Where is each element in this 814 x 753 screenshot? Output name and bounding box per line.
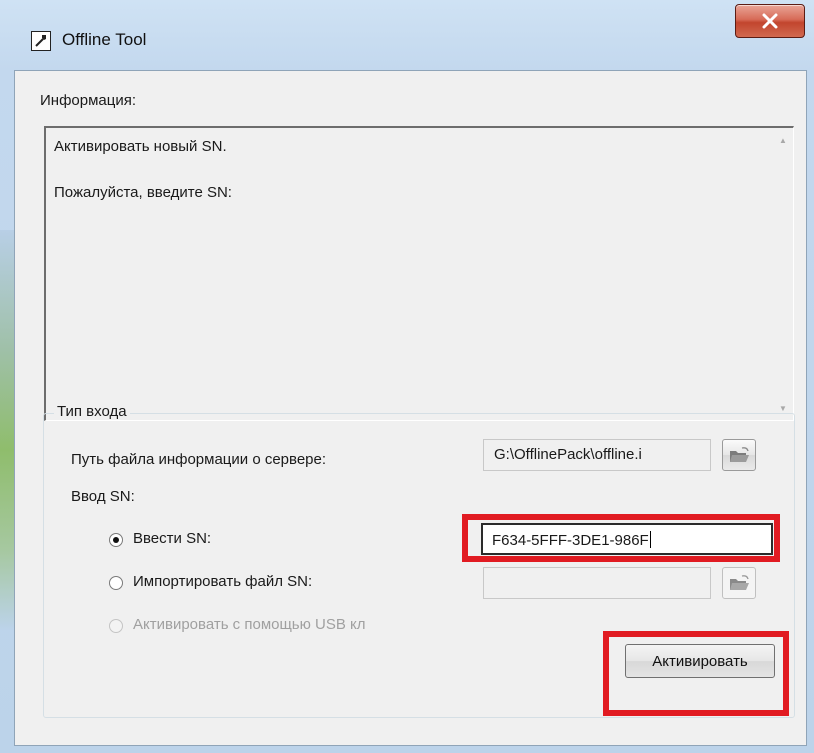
- info-text-area[interactable]: Активировать новый SN. Пожалуйста, введи…: [44, 126, 794, 421]
- info-label: Информация:: [40, 92, 137, 109]
- sn-input[interactable]: F634-5FFF-3DE1-986F: [481, 523, 773, 555]
- text-caret: [649, 531, 651, 548]
- usb-key-label: Активировать с помощью USB кл: [133, 616, 366, 633]
- info-line-enter-sn: Пожалуйста, введите SN:: [54, 184, 232, 201]
- activate-button[interactable]: Активировать: [625, 644, 775, 678]
- import-sn-label[interactable]: Импортировать файл SN:: [133, 573, 312, 590]
- window-frame: Offline Tool Информация: Активировать но…: [0, 0, 814, 753]
- window-title: Offline Tool: [62, 30, 147, 49]
- scroll-up-arrow-icon[interactable]: ▲: [773, 130, 793, 150]
- background-window-edge: [0, 230, 14, 630]
- import-sn-radio[interactable]: [109, 576, 123, 590]
- app-tool-icon: [31, 31, 51, 51]
- title-bar[interactable]: Offline Tool: [0, 0, 814, 70]
- enter-sn-label[interactable]: Ввести SN:: [133, 530, 211, 547]
- import-sn-browse-button[interactable]: [722, 567, 756, 599]
- info-scrollbar[interactable]: ▲ ▼: [773, 128, 793, 420]
- usb-key-radio[interactable]: [109, 619, 123, 633]
- import-sn-path-field[interactable]: [483, 567, 711, 599]
- server-path-label: Путь файла информации о сервере:: [71, 451, 327, 468]
- folder-open-icon: [730, 447, 749, 462]
- enter-sn-radio[interactable]: [109, 533, 123, 547]
- server-path-field[interactable]: G:\OfflinePack\offline.i: [483, 439, 711, 471]
- server-path-browse-button[interactable]: [722, 439, 756, 471]
- folder-open-icon: [730, 575, 749, 590]
- sn-input-label: Ввод SN:: [71, 488, 135, 505]
- info-line-activate: Активировать новый SN.: [54, 138, 227, 155]
- close-icon: [762, 13, 778, 29]
- close-button[interactable]: [735, 4, 805, 38]
- sn-input-value: F634-5FFF-3DE1-986F: [492, 532, 649, 549]
- login-type-title: Тип входа: [54, 403, 130, 420]
- dialog-client-area: Информация: Активировать новый SN. Пожал…: [14, 70, 807, 746]
